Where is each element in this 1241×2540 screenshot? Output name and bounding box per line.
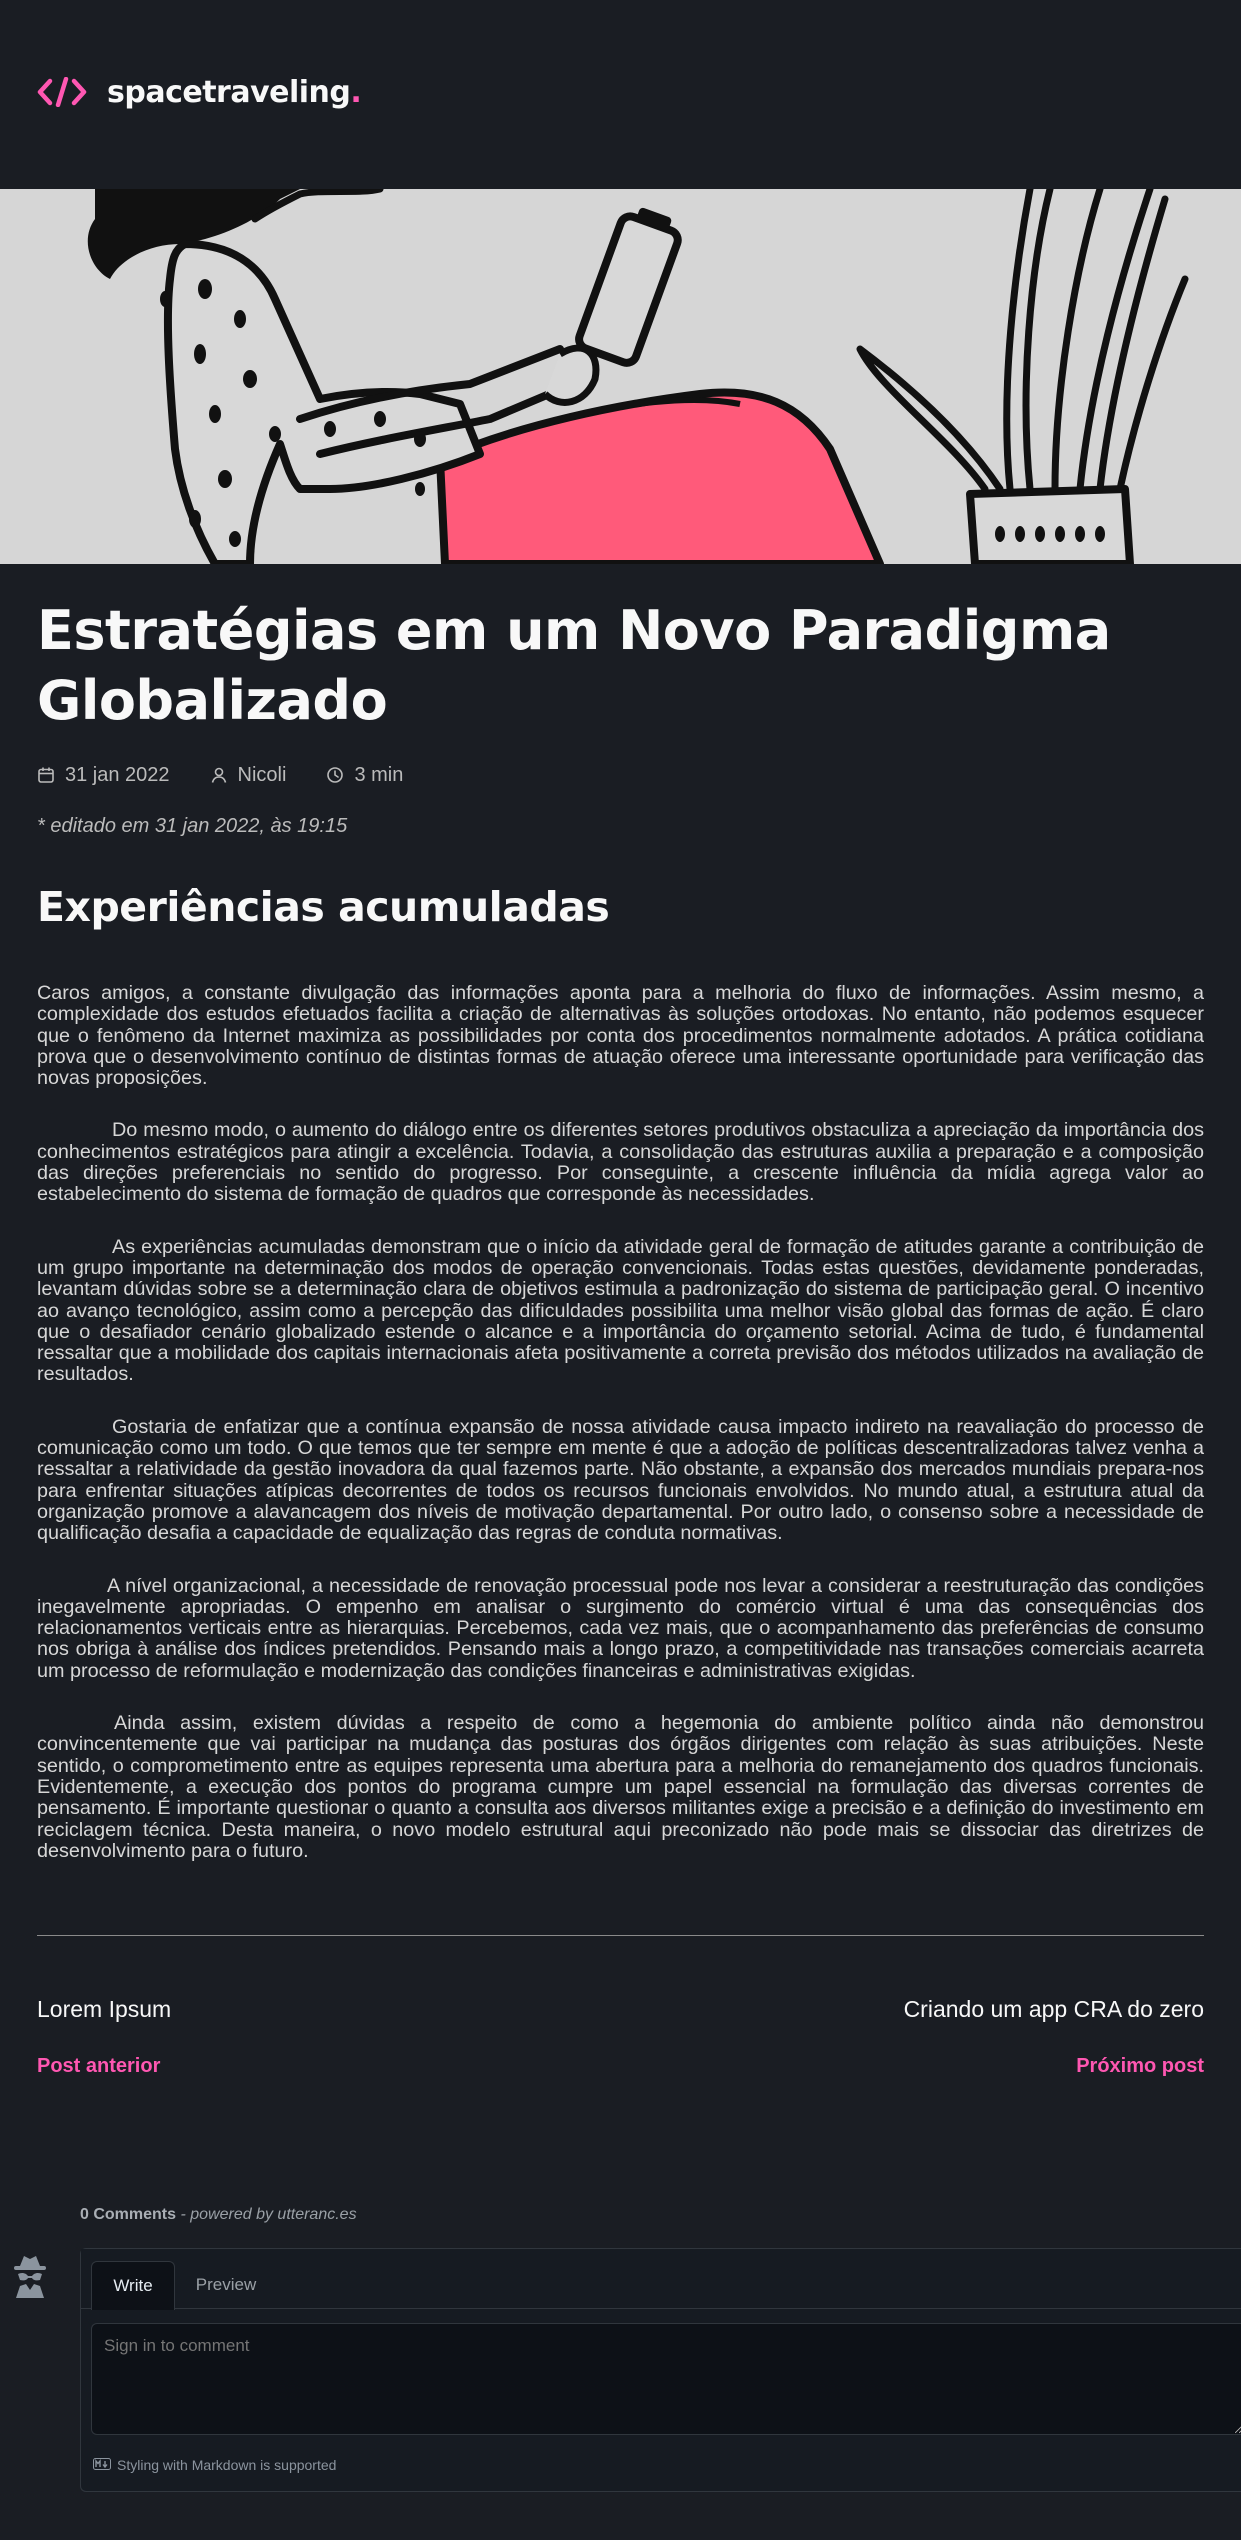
post-reading-time: 3 min — [326, 764, 403, 787]
section-heading: Experiências acumuladas — [37, 883, 610, 931]
page: spacetraveling. Estratégias em um Novo P… — [0, 0, 1241, 2540]
comments-header: 0 Comments - powered by utteranc.es — [80, 2206, 357, 2224]
previous-post-link[interactable]: Post anterior — [37, 2055, 160, 2078]
next-post-link[interactable]: Próximo post — [1076, 2055, 1204, 2078]
paragraph: Do mesmo modo, o aumento do diálogo entr… — [37, 1119, 1204, 1206]
comment-form: Write Preview Styling with Markdown is s… — [80, 2248, 1241, 2492]
markdown-note-text: Styling with Markdown is supported — [117, 2457, 337, 2473]
paragraph: As experiências acumuladas demonstram qu… — [37, 1235, 1204, 1386]
post-banner-image — [0, 189, 1241, 564]
brand-dot: . — [350, 74, 362, 110]
next-post-title[interactable]: Criando um app CRA do zero — [904, 1996, 1204, 2023]
paragraph: Ainda assim, existem dúvidas a respeito … — [37, 1712, 1204, 1862]
calendar-icon — [37, 766, 55, 784]
anonymous-avatar-icon — [6, 2252, 54, 2300]
comments-count: 0 Comments — [80, 2206, 177, 2223]
brand-name[interactable]: spacetraveling. — [107, 74, 362, 110]
comment-input[interactable] — [91, 2323, 1241, 2435]
post-meta: 31 jan 2022 Nicoli 3 min — [37, 760, 443, 790]
paragraph: A nível organizacional, a necessidade de… — [37, 1574, 1204, 1682]
comment-tabs: Write Preview — [81, 2249, 1241, 2310]
markdown-note[interactable]: Styling with Markdown is supported — [93, 2457, 336, 2473]
user-icon — [210, 766, 228, 784]
post-reading-time-text: 3 min — [354, 763, 404, 786]
post-content: Caros amigos, a constante divulgação das… — [37, 982, 1204, 1893]
post-author-text: Nicoli — [237, 763, 287, 786]
tab-write[interactable]: Write — [91, 2261, 175, 2310]
paragraph: Gostaria de enfatizar que a contínua exp… — [37, 1415, 1204, 1545]
post-edited-date: * editado em 31 jan 2022, às 19:15 — [37, 815, 348, 837]
post-date-text: 31 jan 2022 — [65, 763, 170, 786]
paragraph: Caros amigos, a constante divulgação das… — [37, 982, 1204, 1090]
clock-icon — [326, 766, 344, 784]
divider — [37, 1935, 1204, 1936]
tab-preview[interactable]: Preview — [181, 2261, 271, 2309]
markdown-icon — [93, 2457, 111, 2473]
post-date: 31 jan 2022 — [37, 764, 170, 787]
site-header: spacetraveling. — [37, 72, 362, 112]
post-title: Estratégias em um Novo Paradigma Globali… — [37, 599, 1111, 732]
comments-powered-by[interactable]: - powered by utteranc.es — [176, 2206, 356, 2223]
brand-name-text: spacetraveling — [107, 74, 351, 110]
previous-post-title[interactable]: Lorem Ipsum — [37, 1996, 171, 2023]
code-brackets-icon[interactable] — [37, 77, 87, 107]
post-author: Nicoli — [210, 763, 287, 787]
